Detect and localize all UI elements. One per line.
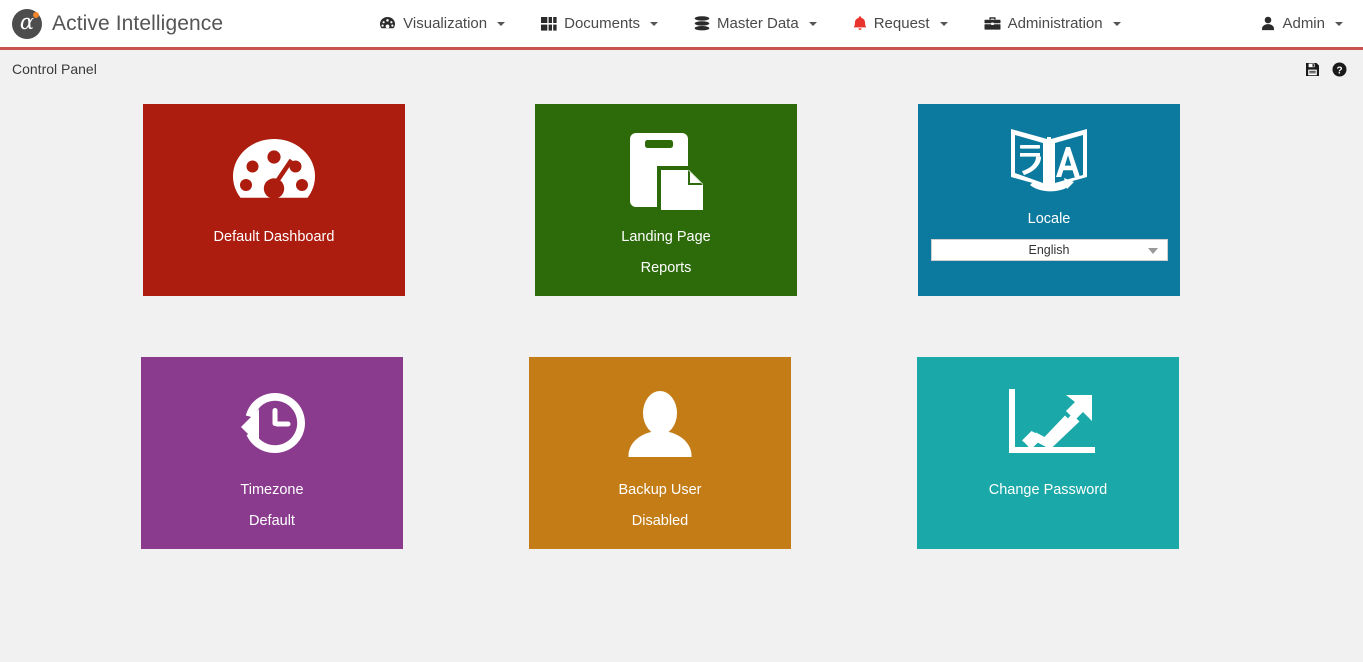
nav-item-request[interactable]: Request xyxy=(835,1,966,47)
brand-title: Active Intelligence xyxy=(52,11,224,35)
nav-label-administration: Administration xyxy=(1007,14,1103,32)
tile-change-password[interactable]: Change Password xyxy=(917,357,1179,549)
tile-row-1: Default Dashboard Landing Page Reports L… xyxy=(0,104,1363,357)
tile-label: Timezone xyxy=(240,482,304,498)
locale-select-wrapper: English xyxy=(930,238,1168,261)
locale-select[interactable]: English xyxy=(930,238,1168,261)
tile-timezone[interactable]: Timezone Default xyxy=(141,357,403,549)
tile-landing-page[interactable]: Landing Page Reports xyxy=(535,104,797,296)
documents-copy-icon xyxy=(621,126,711,218)
tile-label: Backup User xyxy=(618,482,702,498)
nav-label-documents: Documents xyxy=(564,14,640,32)
tile-label: Default Dashboard xyxy=(213,229,335,245)
alpha-glyph: α xyxy=(19,10,35,34)
translate-icon xyxy=(1006,118,1092,206)
history-clock-icon xyxy=(229,379,315,471)
tile-backup-user[interactable]: Backup User Disabled xyxy=(529,357,791,549)
save-icon[interactable] xyxy=(1305,62,1320,77)
briefcase-icon xyxy=(984,16,1001,31)
gauge-icon xyxy=(225,126,323,218)
tile-label: Locale xyxy=(1027,211,1071,227)
tile-locale[interactable]: Locale English xyxy=(918,104,1180,296)
database-icon xyxy=(694,16,710,31)
chart-arrow-icon xyxy=(1000,379,1096,471)
page-actions: ? xyxy=(1305,62,1347,77)
tile-sublabel: Disabled xyxy=(631,512,689,529)
tile-label: Landing Page xyxy=(621,229,711,245)
tile-default-dashboard[interactable]: Default Dashboard xyxy=(143,104,405,296)
locale-selected-value: English xyxy=(1028,242,1070,257)
top-navbar: α Active Intelligence Visualization Docu… xyxy=(0,0,1363,50)
tile-sublabel: Default xyxy=(249,512,295,529)
nav-label-request: Request xyxy=(873,14,930,32)
navbar-right: Admin xyxy=(1243,1,1349,47)
chevron-down-icon xyxy=(650,21,658,26)
nav-label-admin: Admin xyxy=(1282,14,1325,32)
nav-item-master-data[interactable]: Master Data xyxy=(676,1,835,47)
brand-link[interactable]: α Active Intelligence xyxy=(8,8,224,39)
control-panel-tiles: Default Dashboard Landing Page Reports L… xyxy=(0,88,1363,610)
app-logo: α xyxy=(12,8,42,39)
nav-item-documents[interactable]: Documents xyxy=(523,1,676,47)
user-icon xyxy=(1261,16,1275,31)
nav-item-visualization[interactable]: Visualization xyxy=(361,1,523,47)
bell-icon xyxy=(853,15,867,32)
sub-header: Control Panel ? xyxy=(0,50,1363,88)
chevron-down-icon xyxy=(1112,21,1121,26)
nav-label-visualization: Visualization xyxy=(403,14,488,32)
help-icon[interactable]: ? xyxy=(1332,62,1347,77)
dashboard-icon xyxy=(379,16,396,31)
tile-sublabel: Reports xyxy=(640,259,692,276)
nav-label-master-data: Master Data xyxy=(717,14,799,32)
chevron-down-icon xyxy=(1335,21,1343,26)
logo-dot xyxy=(33,11,39,18)
chevron-down-icon xyxy=(939,21,948,26)
main-navigation: Visualization Documents Master Data Requ… xyxy=(361,1,1138,47)
page-title: Control Panel xyxy=(12,61,97,77)
grid-icon xyxy=(541,16,557,31)
nav-item-administration[interactable]: Administration xyxy=(966,1,1139,47)
user-silhouette-icon xyxy=(617,379,703,471)
chevron-down-icon xyxy=(497,21,506,26)
chevron-down-icon xyxy=(1147,247,1158,254)
tile-label: Change Password xyxy=(988,482,1108,498)
tile-row-2: Timezone Default Backup User Disabled Ch… xyxy=(0,357,1363,610)
chevron-down-icon xyxy=(808,21,817,26)
svg-text:?: ? xyxy=(1336,65,1342,76)
nav-item-admin-user[interactable]: Admin xyxy=(1243,1,1349,47)
